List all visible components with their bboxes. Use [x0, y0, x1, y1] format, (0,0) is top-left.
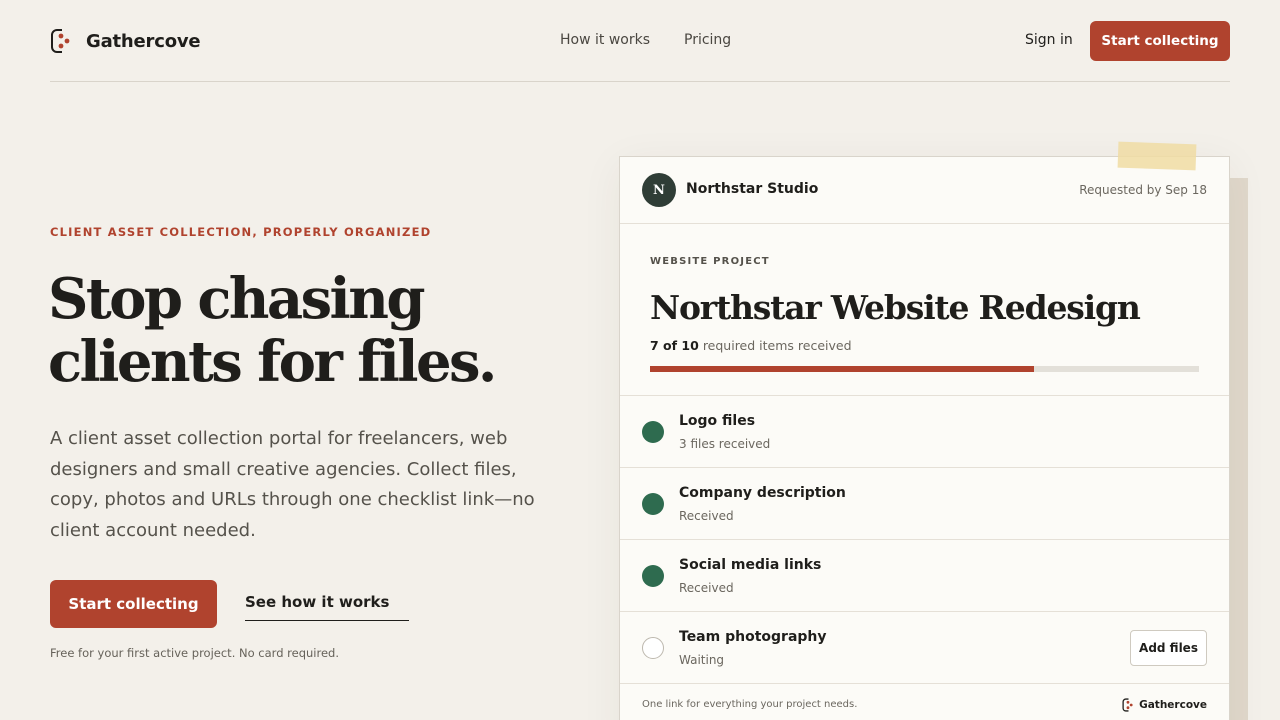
checklist-item[interactable]: Company description Received — [620, 468, 1229, 540]
item-title: Company description — [679, 485, 846, 501]
checklist-item[interactable]: Team photography Waiting Add files — [620, 612, 1229, 684]
hero-note: Free for your first active project. No c… — [50, 646, 339, 660]
add-files-button[interactable]: Add files — [1130, 630, 1207, 666]
requested-date: Requested by Sep 18 — [1079, 183, 1207, 197]
studio-name: Northstar Studio — [686, 181, 819, 197]
item-status: Waiting — [679, 653, 725, 667]
progress-bar-fill — [650, 366, 1035, 372]
brand-logo[interactable]: Gathercove — [50, 28, 201, 54]
checklist-preview-card: N Northstar Studio Requested by Sep 18 W… — [619, 156, 1230, 720]
item-status: Received — [679, 509, 734, 523]
tape-decoration — [1117, 141, 1197, 171]
progress-label: 7 of 10 required items received — [650, 338, 852, 353]
complete-status-dot — [642, 565, 664, 587]
progress-bar — [650, 366, 1199, 372]
hero-actions: Start collecting See how it works — [50, 580, 410, 628]
complete-status-dot — [642, 421, 664, 443]
hero-title: Stop chasing clients for files. — [48, 268, 568, 394]
complete-status-dot — [642, 493, 664, 515]
progress-count: 7 of 10 — [650, 338, 699, 353]
studio-avatar: N — [642, 173, 676, 207]
brand-name: Gathercove — [86, 30, 201, 52]
project-title: Northstar Website Redesign — [650, 288, 1141, 327]
checklist-item[interactable]: Logo files 3 files received — [620, 396, 1229, 468]
item-status: 3 files received — [679, 437, 771, 451]
item-status: Received — [679, 581, 734, 595]
project-summary: WEBSITE PROJECT Northstar Website Redesi… — [620, 224, 1229, 396]
header-start-collecting-button[interactable]: Start collecting — [1090, 21, 1230, 61]
see-how-it-works-link[interactable]: See how it works — [245, 587, 410, 621]
footer-brand-name: Gathercove — [1139, 699, 1207, 711]
hero-title-line-1: Stop chasing — [48, 266, 425, 332]
hero-start-collecting-button[interactable]: Start collecting — [50, 580, 217, 628]
main-nav: How it works Pricing — [560, 32, 731, 48]
hero-eyebrow: CLIENT ASSET COLLECTION, PROPERLY ORGANI… — [50, 225, 432, 239]
gathercove-small-logo-icon — [1122, 698, 1133, 712]
pending-status-dot — [642, 637, 664, 659]
nav-pricing[interactable]: Pricing — [684, 32, 731, 48]
item-title: Logo files — [679, 413, 756, 429]
item-title: Social media links — [679, 557, 822, 573]
footer-note: One link for everything your project nee… — [642, 699, 858, 710]
checklist-item[interactable]: Social media links Received — [620, 540, 1229, 612]
item-title: Team photography — [679, 629, 827, 645]
site-header: Gathercove How it works Pricing Sign in … — [50, 0, 1230, 82]
project-eyebrow: WEBSITE PROJECT — [650, 256, 770, 267]
hero-title-line-2: clients for files. — [48, 329, 497, 395]
hero-subtitle: A client asset collection portal for fre… — [50, 428, 535, 541]
progress-suffix: required items received — [702, 338, 852, 353]
card-backdrop — [1228, 178, 1248, 720]
gathercove-logo-icon — [50, 28, 74, 54]
sign-in-link[interactable]: Sign in — [1025, 32, 1073, 48]
nav-how-it-works[interactable]: How it works — [560, 32, 650, 48]
card-footer: One link for everything your project nee… — [620, 684, 1229, 720]
footer-brand: Gathercove — [1122, 698, 1207, 712]
